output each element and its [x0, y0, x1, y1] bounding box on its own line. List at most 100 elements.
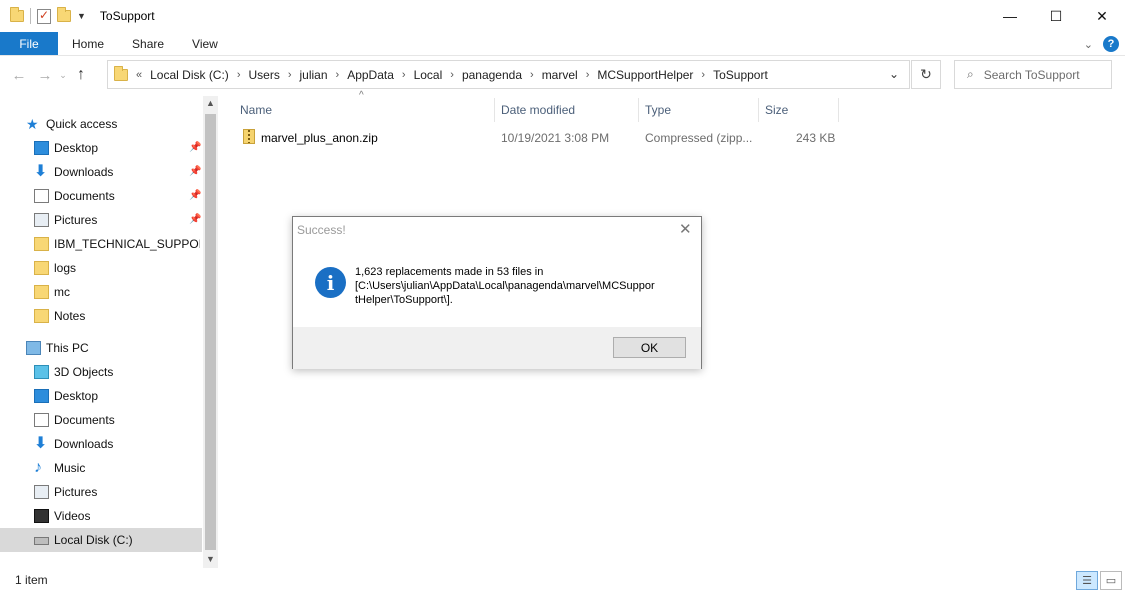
- zip-file-icon: [243, 129, 255, 144]
- downloads-icon: ⬇: [34, 163, 48, 180]
- nav-item-ibm-technical-support[interactable]: IBM_TECHNICAL_SUPPORT: [0, 232, 202, 256]
- disk-icon: [34, 537, 49, 545]
- customize-toolbar-chevron-icon[interactable]: ▼: [77, 11, 86, 21]
- breadcrumb-local[interactable]: Local: [414, 68, 443, 82]
- refresh-button[interactable]: ↻: [911, 60, 941, 89]
- navigation-scrollbar[interactable]: ▲ ▼: [203, 96, 218, 568]
- status-bar: 1 item ☰ ▭: [0, 568, 1125, 593]
- scroll-down-icon[interactable]: ▼: [206, 554, 215, 564]
- nav-item-music[interactable]: ♪ Music: [0, 456, 202, 480]
- column-divider[interactable]: [494, 98, 495, 122]
- file-row[interactable]: marvel_plus_anon.zip 10/19/2021 3:08 PM …: [234, 126, 835, 148]
- search-box[interactable]: ⌕: [954, 60, 1112, 89]
- breadcrumb-separator-icon[interactable]: ›: [288, 69, 292, 81]
- nav-item-documents[interactable]: Documents 📌: [0, 184, 202, 208]
- breadcrumb-julian[interactable]: julian: [300, 68, 328, 82]
- breadcrumb-panagenda[interactable]: panagenda: [462, 68, 522, 82]
- computer-icon: [26, 341, 41, 355]
- nav-item-downloads[interactable]: ⬇ Downloads 📌: [0, 160, 202, 184]
- file-type: Compressed (zipp...: [645, 131, 753, 145]
- breadcrumb-separator-icon[interactable]: ›: [450, 69, 454, 81]
- breadcrumb-separator-icon[interactable]: ›: [402, 69, 406, 81]
- breadcrumb-mcsupporthelper[interactable]: MCSupportHelper: [597, 68, 693, 82]
- minimize-button[interactable]: —: [987, 0, 1033, 32]
- nav-item-pc-desktop[interactable]: Desktop: [0, 384, 202, 408]
- breadcrumb-marvel[interactable]: marvel: [542, 68, 578, 82]
- nav-label: mc: [54, 285, 70, 299]
- address-bar[interactable]: « Local Disk (C:) › Users › julian › App…: [107, 60, 910, 89]
- star-icon: ★: [26, 116, 39, 132]
- nav-item-desktop[interactable]: Desktop 📌: [0, 136, 202, 160]
- nav-item-pc-downloads[interactable]: ⬇ Downloads: [0, 432, 202, 456]
- breadcrumb-overflow[interactable]: «: [136, 69, 142, 81]
- breadcrumb-tosupport[interactable]: ToSupport: [713, 68, 768, 82]
- close-button[interactable]: ✕: [1079, 0, 1125, 32]
- details-view-button[interactable]: ☰: [1076, 571, 1098, 590]
- column-header-size[interactable]: Size: [765, 96, 788, 124]
- breadcrumb-separator-icon[interactable]: ›: [701, 69, 705, 81]
- nav-item-local-disk[interactable]: Local Disk (C:): [0, 528, 202, 552]
- column-header-name[interactable]: Name: [240, 96, 272, 124]
- expand-ribbon-chevron-icon[interactable]: ⌄: [1084, 38, 1093, 51]
- pictures-icon: [34, 213, 49, 227]
- up-arrow-icon[interactable]: ↑: [70, 66, 92, 84]
- ribbon-tabs: File Home Share View ⌄ ?: [0, 32, 1125, 56]
- tab-file[interactable]: File: [0, 32, 58, 55]
- nav-label: logs: [54, 261, 77, 275]
- new-folder-icon[interactable]: [57, 7, 71, 22]
- nav-quick-access[interactable]: ★ Quick access: [0, 112, 202, 136]
- nav-label: Documents: [54, 413, 115, 427]
- window-title: ToSupport: [99, 9, 155, 23]
- folder-icon: [34, 309, 49, 323]
- tab-home[interactable]: Home: [58, 32, 118, 55]
- dialog-close-icon[interactable]: ✕: [679, 220, 692, 238]
- nav-item-notes[interactable]: Notes: [0, 304, 202, 328]
- documents-icon: [34, 413, 49, 427]
- recent-locations-chevron-icon[interactable]: ⌄: [56, 70, 70, 81]
- nav-item-videos[interactable]: Videos: [0, 504, 202, 528]
- breadcrumb-users[interactable]: Users: [248, 68, 279, 82]
- downloads-icon: ⬇: [34, 435, 48, 452]
- folder-icon: [34, 285, 49, 299]
- folder-icon: [34, 261, 49, 275]
- scroll-up-icon[interactable]: ▲: [206, 98, 215, 108]
- tab-share[interactable]: Share: [118, 32, 178, 55]
- large-icons-view-icon: ▭: [1105, 575, 1117, 587]
- nav-item-logs[interactable]: logs: [0, 256, 202, 280]
- tab-view[interactable]: View: [178, 32, 232, 55]
- column-divider[interactable]: [638, 98, 639, 122]
- large-icons-view-button[interactable]: ▭: [1100, 571, 1122, 590]
- forward-arrow-icon[interactable]: →: [34, 67, 56, 84]
- column-divider[interactable]: [838, 98, 839, 122]
- ok-button[interactable]: OK: [613, 337, 686, 358]
- nav-item-3d-objects[interactable]: 3D Objects: [0, 360, 202, 384]
- nav-label: Videos: [54, 509, 91, 523]
- breadcrumb-separator-icon[interactable]: ›: [237, 69, 241, 81]
- address-history-chevron-icon[interactable]: ⌄: [889, 67, 899, 81]
- properties-icon[interactable]: [37, 8, 51, 24]
- scrollbar-thumb[interactable]: [205, 114, 216, 550]
- help-icon[interactable]: ?: [1103, 36, 1119, 52]
- nav-label: Music: [54, 461, 86, 475]
- pin-icon: 📌: [189, 190, 202, 201]
- breadcrumb-separator-icon[interactable]: ›: [530, 69, 534, 81]
- sort-ascending-icon: ^: [359, 90, 364, 101]
- dialog-message-line: tHelper\ToSupport\].: [355, 294, 453, 306]
- column-header-date[interactable]: Date modified: [501, 96, 575, 124]
- maximize-button[interactable]: ☐: [1033, 0, 1079, 32]
- breadcrumb-separator-icon[interactable]: ›: [586, 69, 590, 81]
- nav-item-pc-documents[interactable]: Documents: [0, 408, 202, 432]
- breadcrumb-separator-icon[interactable]: ›: [336, 69, 340, 81]
- divider: [30, 8, 31, 24]
- nav-this-pc[interactable]: This PC: [0, 336, 202, 360]
- nav-item-pictures[interactable]: Pictures 📌: [0, 208, 202, 232]
- column-header-type[interactable]: Type: [645, 96, 671, 124]
- 3d-objects-icon: [34, 365, 49, 379]
- nav-item-mc[interactable]: mc: [0, 280, 202, 304]
- breadcrumb-local-disk[interactable]: Local Disk (C:): [150, 68, 229, 82]
- back-arrow-icon[interactable]: ←: [8, 67, 30, 84]
- nav-item-pc-pictures[interactable]: Pictures: [0, 480, 202, 504]
- column-divider[interactable]: [758, 98, 759, 122]
- breadcrumb-appdata[interactable]: AppData: [347, 68, 394, 82]
- search-input[interactable]: [983, 67, 1094, 82]
